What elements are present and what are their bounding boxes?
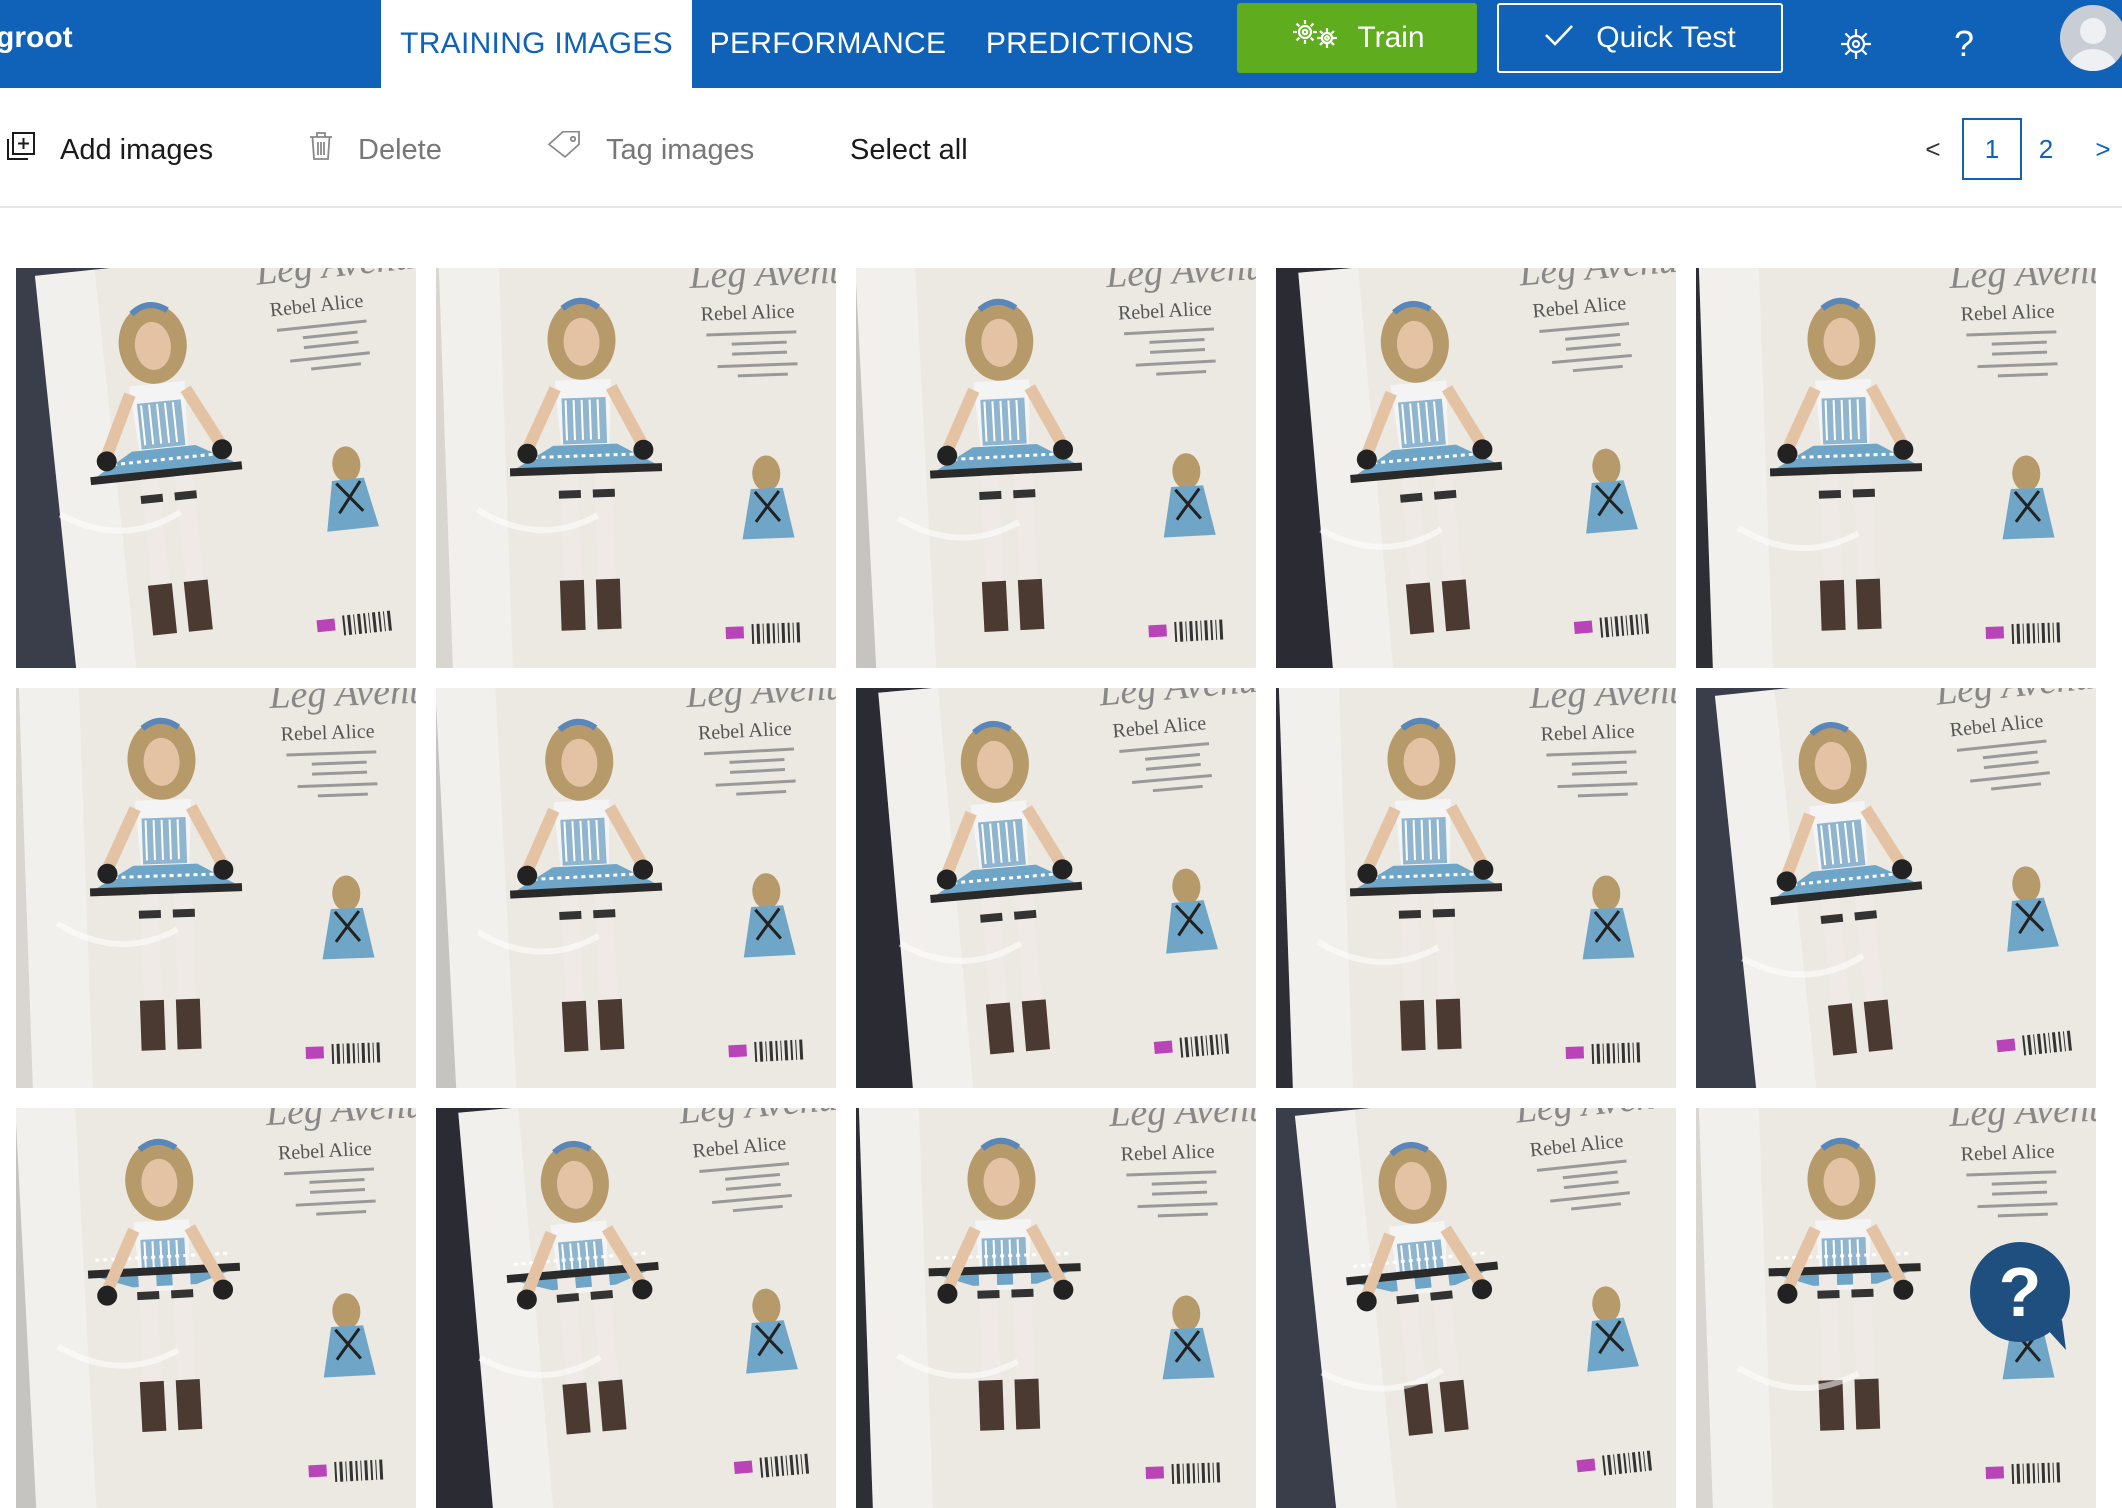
add-images-button[interactable]: Add images xyxy=(6,128,213,172)
checkmark-icon xyxy=(1544,21,1574,55)
help-bubble-label: ? xyxy=(1999,1253,2042,1331)
svg-text:Rebel Alice: Rebel Alice xyxy=(1120,1140,1215,1165)
training-image-thumbnail[interactable]: Leg Avenue Rebel Alice xyxy=(436,1108,836,1508)
select-all-label: Select all xyxy=(850,133,968,166)
tag-images-button[interactable]: Tag images xyxy=(546,128,754,172)
train-button[interactable]: Train xyxy=(1237,3,1477,73)
gears-icon xyxy=(1289,17,1341,59)
help-chat-bubble[interactable]: ? xyxy=(1966,1240,2078,1352)
svg-text:Leg Avenue: Leg Avenue xyxy=(268,688,416,717)
add-images-label: Add images xyxy=(60,133,214,166)
training-image-thumbnail[interactable]: Leg Avenue Rebel Alice xyxy=(1696,688,2096,1088)
svg-text:Leg Avenue: Leg Avenue xyxy=(688,268,836,297)
costume-package-image: Leg Avenue Rebel Alice xyxy=(856,268,1256,668)
training-image-thumbnail[interactable]: Leg Avenue Rebel Alice xyxy=(856,688,1256,1088)
page-2-button[interactable]: 2 xyxy=(2024,118,2068,180)
training-image-thumbnail[interactable]: Leg Avenue Rebel Alice xyxy=(16,688,416,1088)
costume-package-image: Leg Avenue Rebel Alice xyxy=(856,688,1256,1088)
training-image-thumbnail[interactable]: Leg Avenue Rebel Alice xyxy=(856,1108,1256,1508)
page-next-button[interactable]: > xyxy=(2086,118,2120,180)
train-label: Train xyxy=(1357,21,1425,54)
costume-package-image: Leg Avenue Rebel Alice xyxy=(1276,268,1676,668)
add-image-icon xyxy=(6,131,36,169)
next-label: > xyxy=(2095,133,2111,164)
training-image-thumbnail[interactable]: Leg Avenue Rebel Alice xyxy=(436,688,836,1088)
costume-package-image: Leg Avenue Rebel Alice xyxy=(16,688,416,1088)
tab-label: PREDICTIONS xyxy=(985,27,1195,60)
tag-icon xyxy=(546,130,582,169)
settings-gear-icon[interactable] xyxy=(1832,20,1880,68)
svg-text:Rebel Alice: Rebel Alice xyxy=(1540,720,1635,745)
costume-package-image: Leg Avenue Rebel Alice xyxy=(1696,268,2096,668)
costume-package-image: Leg Avenue Rebel Alice xyxy=(16,268,416,668)
select-all-button[interactable]: Select all xyxy=(850,128,968,172)
tab-training-images[interactable]: TRAINING IMAGES xyxy=(381,0,692,88)
svg-text:Rebel Alice: Rebel Alice xyxy=(1960,300,2055,325)
svg-text:Rebel Alice: Rebel Alice xyxy=(280,720,375,745)
training-image-thumbnail[interactable]: Leg Avenue Rebel Alice xyxy=(16,268,416,668)
delete-label: Delete xyxy=(358,133,442,166)
tab-predictions[interactable]: PREDICTIONS xyxy=(980,0,1200,88)
costume-package-image: Leg Avenue Rebel Alice xyxy=(856,1108,1256,1508)
tab-label: TRAINING IMAGES xyxy=(400,27,673,60)
costume-package-image: Leg Avenue Rebel Alice xyxy=(16,1108,416,1508)
quick-test-label: Quick Test xyxy=(1596,21,1736,54)
avatar[interactable] xyxy=(2060,5,2122,71)
costume-package-image: Leg Avenue Rebel Alice xyxy=(1696,688,2096,1088)
svg-text:Leg Avenue: Leg Avenue xyxy=(1528,688,1676,717)
costume-package-image: Leg Avenue Rebel Alice xyxy=(1276,1108,1676,1508)
help-icon[interactable]: ? xyxy=(1940,20,1988,68)
delete-button[interactable]: Delete xyxy=(308,128,442,172)
page-label: 2 xyxy=(2038,133,2054,164)
costume-package-image: Leg Avenue Rebel Alice xyxy=(436,1108,836,1508)
top-navigation-bar: groot TRAINING IMAGES PERFORMANCE PREDIC… xyxy=(0,0,2122,88)
tab-label: PERFORMANCE xyxy=(709,27,947,60)
training-image-thumbnail[interactable]: Leg Avenue Rebel Alice xyxy=(1276,268,1676,668)
page-prev-button[interactable]: < xyxy=(1916,118,1950,180)
training-image-thumbnail[interactable]: Leg Avenue Rebel Alice xyxy=(1276,688,1676,1088)
trash-icon xyxy=(308,131,334,169)
page-label: 1 xyxy=(1984,133,2000,164)
svg-text:Leg Avenue: Leg Avenue xyxy=(1948,268,2096,297)
tag-images-label: Tag images xyxy=(606,133,755,166)
costume-package-image: Leg Avenue Rebel Alice xyxy=(436,688,836,1088)
costume-package-image: Leg Avenue Rebel Alice xyxy=(436,268,836,668)
page-1-button[interactable]: 1 xyxy=(1962,118,2022,180)
help-label: ? xyxy=(1953,23,1975,64)
svg-text:Rebel Alice: Rebel Alice xyxy=(1960,1140,2055,1165)
quick-test-button[interactable]: Quick Test xyxy=(1497,3,1783,73)
tab-performance[interactable]: PERFORMANCE xyxy=(709,0,947,88)
prev-label: < xyxy=(1925,133,1941,164)
costume-package-image: Leg Avenue Rebel Alice xyxy=(1276,688,1676,1088)
training-image-thumbnail[interactable]: Leg Avenue Rebel Alice xyxy=(16,1108,416,1508)
training-image-thumbnail[interactable]: Leg Avenue Rebel Alice xyxy=(856,268,1256,668)
training-image-thumbnail[interactable]: Leg Avenue Rebel Alice xyxy=(1696,268,2096,668)
project-name[interactable]: groot xyxy=(0,20,73,56)
svg-text:Rebel Alice: Rebel Alice xyxy=(700,300,795,325)
training-image-thumbnail[interactable]: Leg Avenue Rebel Alice xyxy=(436,268,836,668)
training-image-thumbnail[interactable]: Leg Avenue Rebel Alice xyxy=(1276,1108,1676,1508)
